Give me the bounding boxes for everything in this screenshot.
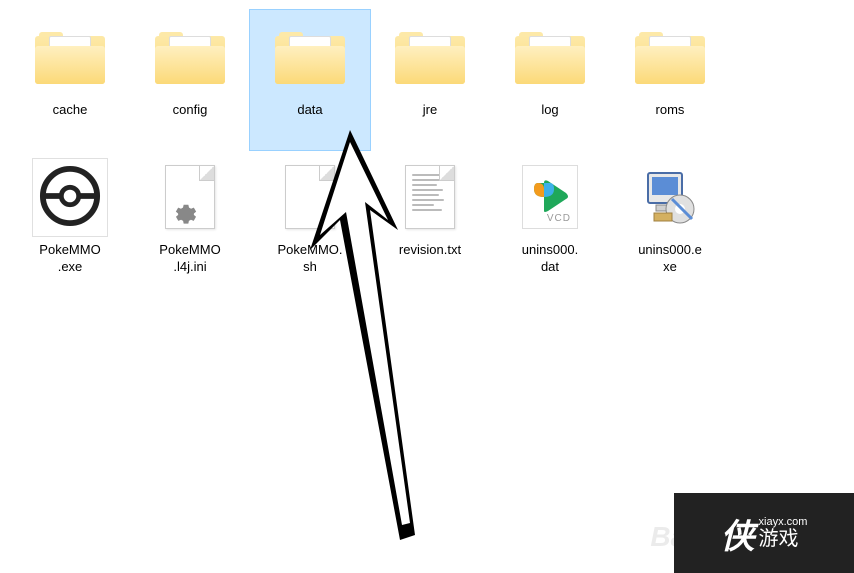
file-explorer-grid: cache config data jre log roms PokeMMO .exe Pok…	[0, 0, 854, 300]
file-item[interactable]: unins000.e xe	[610, 150, 730, 290]
watermark-gametext: 游戏	[759, 528, 808, 550]
installer-exe-icon	[630, 158, 710, 236]
file-label: PokeMMO. sh	[277, 242, 342, 276]
file-label: PokeMMO .l4j.ini	[159, 242, 220, 276]
text-file-icon	[390, 158, 470, 236]
file-item[interactable]: cache	[10, 10, 130, 150]
folder-icon	[510, 18, 590, 96]
file-label: data	[297, 102, 322, 119]
file-label: PokeMMO .exe	[39, 242, 100, 276]
folder-icon	[270, 18, 350, 96]
file-item[interactable]: log	[490, 10, 610, 150]
folder-icon	[390, 18, 470, 96]
file-item[interactable]: config	[130, 10, 250, 150]
file-label: roms	[656, 102, 685, 119]
file-item[interactable]: PokeMMO .exe	[10, 150, 130, 290]
file-item[interactable]: jre	[370, 10, 490, 150]
blank-file-icon	[270, 158, 350, 236]
file-item[interactable]: PokeMMO. sh	[250, 150, 370, 290]
ini-file-icon	[150, 158, 230, 236]
watermark-brand: 侠	[721, 509, 755, 558]
folder-icon	[30, 18, 110, 96]
watermark-site: xiayx.com	[759, 516, 808, 528]
site-watermark-logo: 侠 xiayx.com 游戏	[674, 493, 854, 573]
file-item[interactable]: VCD unins000. dat	[490, 150, 610, 290]
vcd-file-icon: VCD	[510, 158, 590, 236]
folder-icon	[150, 18, 230, 96]
file-label: unins000.e xe	[638, 242, 702, 276]
file-item[interactable]: PokeMMO .l4j.ini	[130, 150, 250, 290]
file-item[interactable]: roms	[610, 10, 730, 150]
folder-icon	[630, 18, 710, 96]
file-label: cache	[53, 102, 88, 119]
file-label: log	[541, 102, 558, 119]
file-label: revision.txt	[399, 242, 461, 259]
file-label: jre	[423, 102, 437, 119]
file-label: config	[173, 102, 208, 119]
file-item[interactable]: revision.txt	[370, 150, 490, 290]
file-label: unins000. dat	[522, 242, 578, 276]
pokemmo-exe-icon	[30, 158, 110, 236]
file-item[interactable]: data	[250, 10, 370, 150]
